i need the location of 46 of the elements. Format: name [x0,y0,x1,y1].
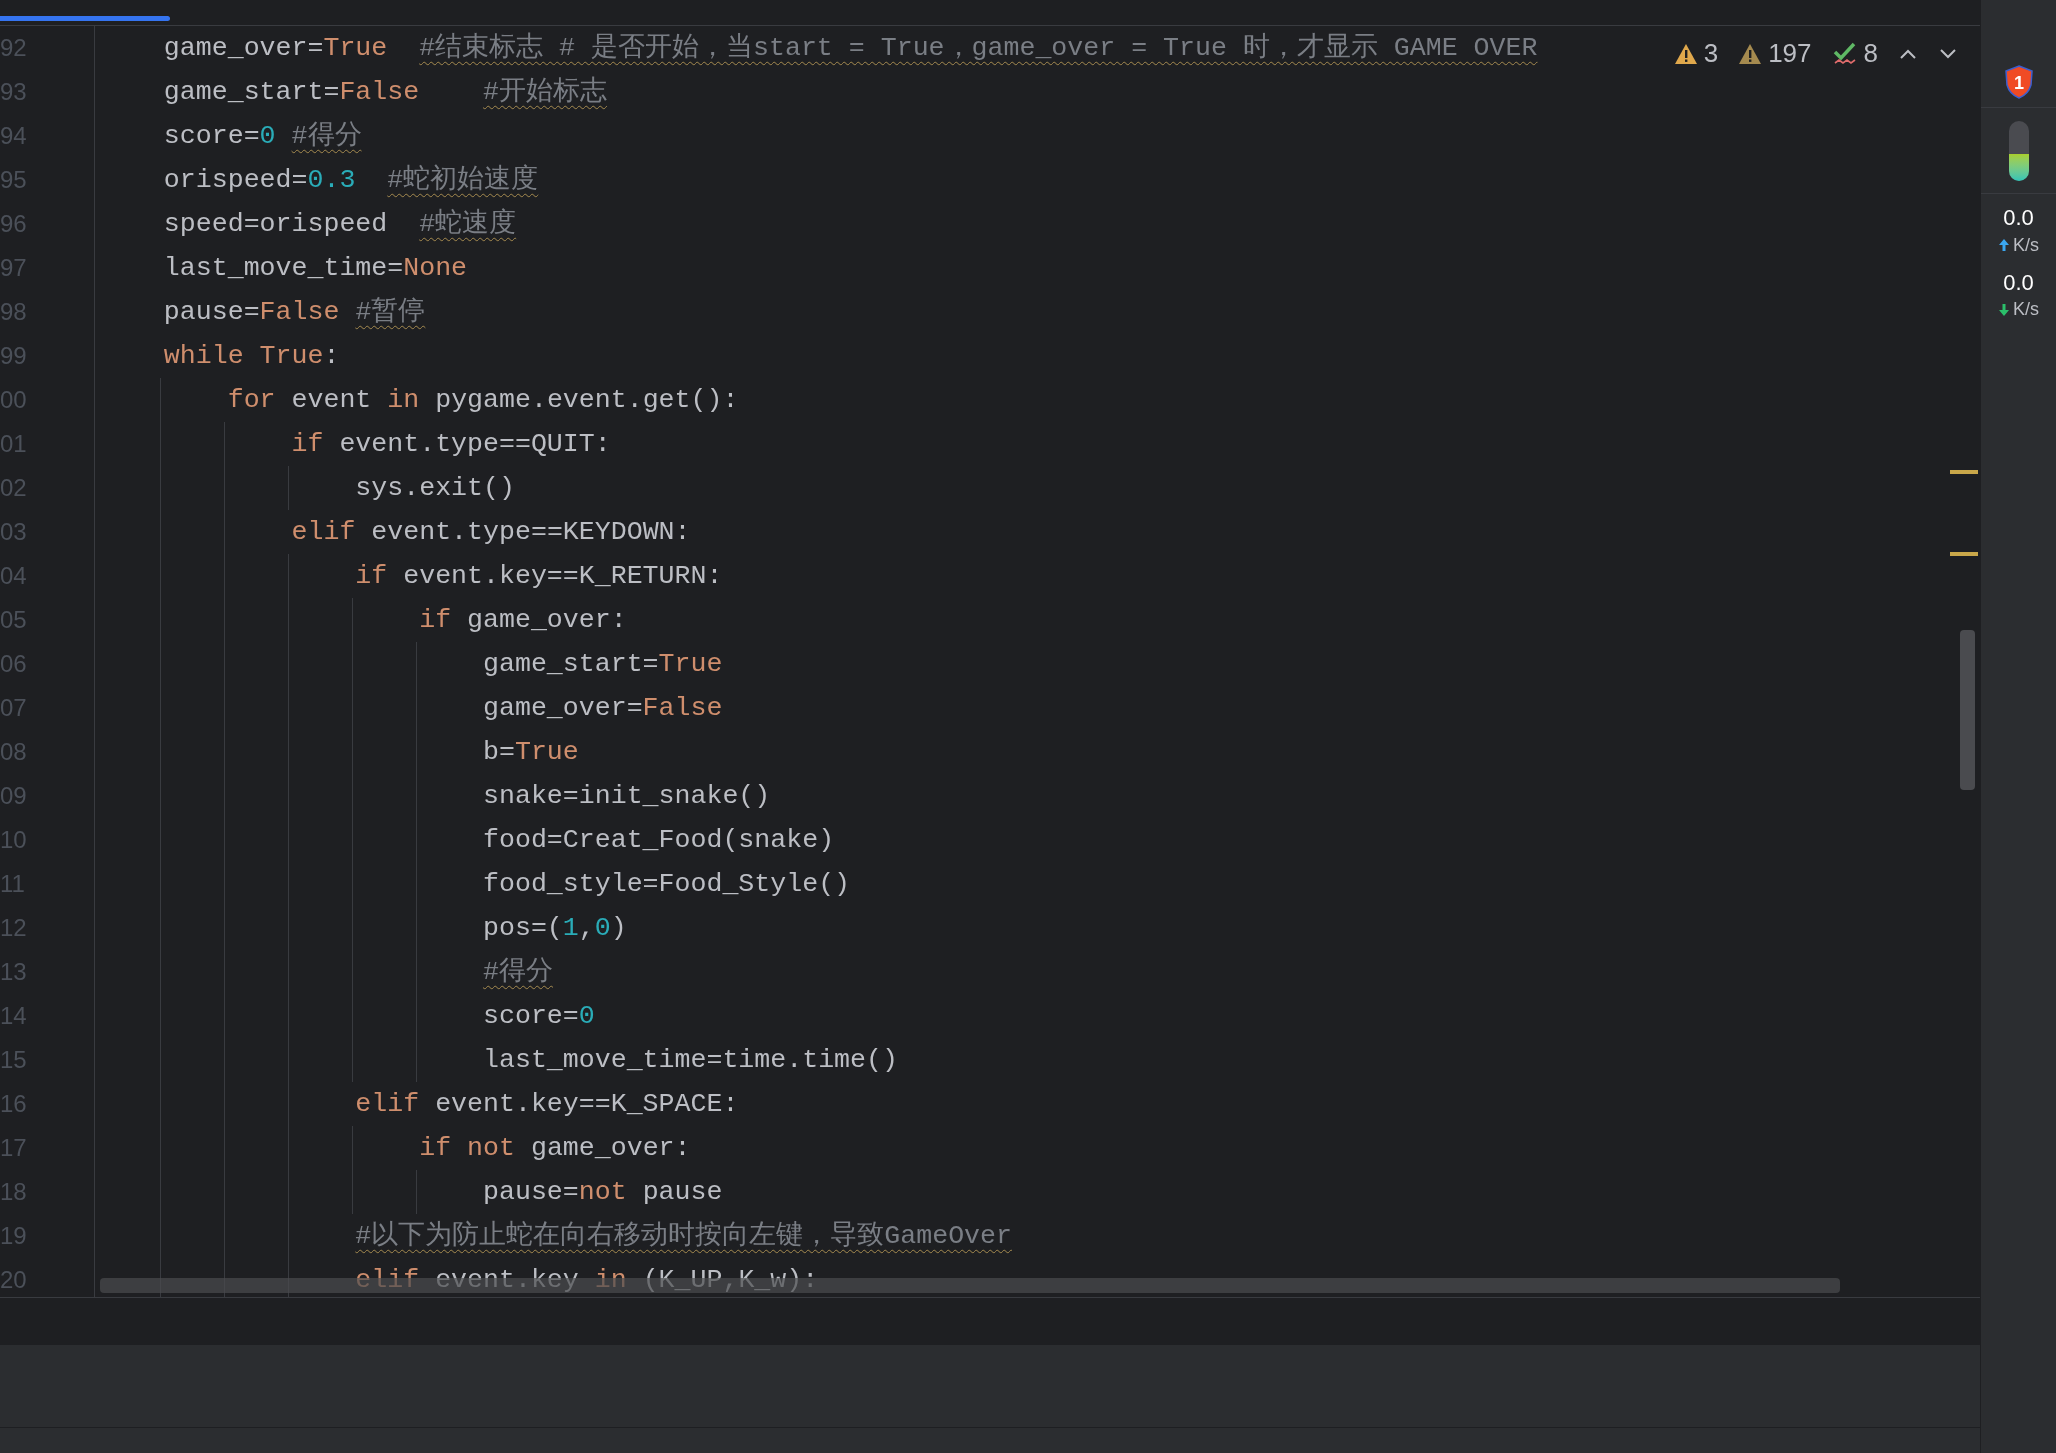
code-line: score=0 [482,1002,595,1030]
inspection-count: 197 [1768,37,1812,70]
code-line: if not game_over: [418,1134,691,1162]
warning-icon [1673,42,1698,65]
code-line: if event.type==QUIT: [290,430,611,458]
warning-icon [1738,42,1763,65]
code-line: food=Creat_Food(snake) [482,826,835,854]
code-line: last_move_time=None [162,254,468,282]
rate-unit: K/s [2013,233,2039,257]
inspection-count: 8 [1863,37,1878,70]
code-line: while True: [162,342,340,370]
code-line: game_over=True #结束标志 # 是否开始，当start = True，game_over = True 时，才显示 GAME OVER [162,34,1538,62]
code-line: speed=orispeed #蛇速度 [162,210,517,238]
code-line: game_start=True [482,650,723,678]
arrow-up-icon [1998,238,2010,252]
code-line: elif event.key==K_SPACE: [354,1090,739,1118]
rate-value: 0.0 [2003,268,2034,296]
rate-value: 0.0 [2003,204,2034,232]
code-line: if event.key==K_RETURN: [354,562,723,590]
inspection-count: 3 [1703,37,1719,70]
code-line: sys.exit() [354,474,515,502]
code-line: for event in pygame.event.get(): [226,386,739,414]
code-line: snake=init_snake() [482,782,771,810]
chevron-down-icon[interactable] [1938,46,1958,61]
code-line: food_style=Food_Style() [482,870,851,898]
code-line: elif event.type==KEYDOWN: [290,518,691,546]
shield-badge[interactable]: 1 [2003,64,2034,99]
code-line: #得分 [482,958,553,986]
code-line: b=True [482,738,579,766]
code-line: #以下为防止蛇在向右移动时按向左键，导致GameOver [354,1222,1012,1250]
warning-marker[interactable] [1950,470,1978,474]
arrow-down-icon [1998,302,2010,317]
warning-marker[interactable] [1950,552,1978,556]
code-line: game_over=False [482,694,723,722]
rate-unit: K/s [2013,298,2039,321]
code-line: pause=not pause [482,1178,723,1206]
code-line: elif event.key in (K_UP,K_w): [354,1266,819,1294]
code-line: game_start=False #开始标志 [162,78,607,106]
code-line: orispeed=0.3 #蛇初始速度 [162,166,539,194]
code-line: if game_over: [418,606,627,634]
code-line: score=0 #得分 [162,122,362,150]
code-line: pos=(1,0) [482,914,627,942]
code-line: pause=False #暂停 [162,298,426,326]
scrollbar-thumb[interactable] [1960,630,1975,790]
code-line: last_move_time=time.time() [482,1046,898,1074]
check-icon [1831,41,1858,66]
